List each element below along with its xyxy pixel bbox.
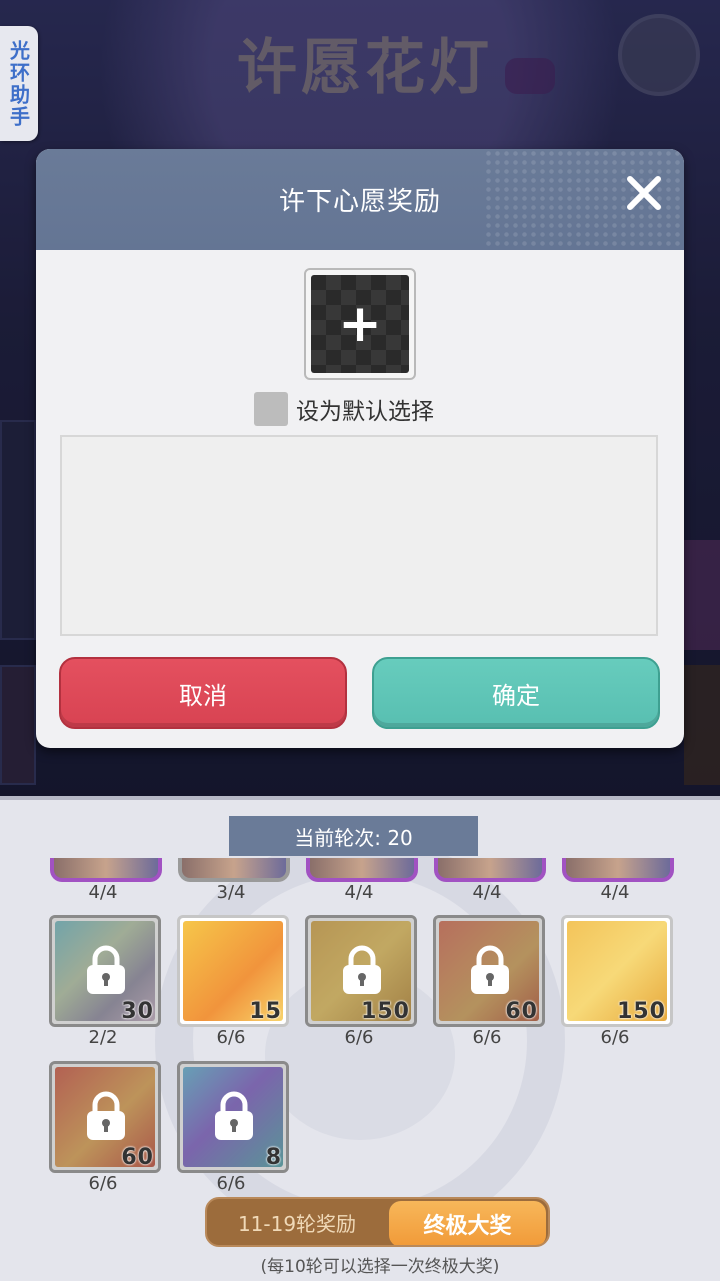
tab-round-rewards[interactable]: 11-19轮奖励	[207, 1199, 387, 1245]
reward-select-slot[interactable]: +	[304, 268, 416, 380]
lock-icon	[215, 1091, 253, 1140]
confirm-button[interactable]: 确定	[372, 657, 660, 729]
reward-description-box	[60, 435, 658, 636]
reward-card-treasure-chest[interactable]: 60	[433, 915, 545, 1027]
reward-quantity: 150	[617, 999, 666, 1024]
reward-card-partial[interactable]	[562, 858, 674, 882]
reward-count: 2/2	[88, 1027, 118, 1048]
reward-count: 6/6	[216, 1027, 246, 1048]
current-round-label: 当前轮次: 20	[229, 816, 478, 856]
reward-card-red-chest[interactable]: 60	[49, 1061, 161, 1173]
close-button[interactable]	[624, 173, 664, 213]
reward-tab-bar: 11-19轮奖励 终极大奖	[205, 1197, 550, 1247]
reward-count: 4/4	[344, 882, 374, 903]
reward-count: 6/6	[600, 1027, 630, 1048]
reward-quantity: 60	[121, 1145, 154, 1170]
reward-count: 4/4	[472, 882, 502, 903]
reward-card-gem[interactable]: 8	[177, 1061, 289, 1173]
reward-count: 6/6	[88, 1173, 118, 1194]
reward-count: 6/6	[344, 1027, 374, 1048]
reward-card-material[interactable]: 30	[49, 915, 161, 1027]
reward-quantity: 30	[121, 999, 154, 1024]
dialog-title: 许下心愿奖励	[278, 187, 441, 217]
tab-ultimate-prize[interactable]: 终极大奖	[389, 1201, 546, 1245]
lock-icon	[87, 945, 125, 994]
plus-icon: +	[311, 275, 409, 373]
reward-count: 3/4	[216, 882, 246, 903]
reward-card-mystery-box[interactable]: 150	[561, 915, 673, 1027]
wish-reward-dialog: 许下心愿奖励 + 设为默认选择 取消 确定	[36, 149, 684, 748]
default-choice-label: 设为默认选择	[296, 399, 434, 425]
lock-icon	[343, 945, 381, 994]
reward-count: 4/4	[600, 882, 630, 903]
reward-quantity: 8	[265, 1145, 282, 1170]
dialog-header: 许下心愿奖励	[36, 149, 684, 250]
ultimate-prize-note: (每10轮可以选择一次终极大奖)	[260, 1257, 500, 1277]
cancel-button[interactable]: 取消	[59, 657, 347, 729]
default-checkbox[interactable]	[254, 392, 288, 426]
reward-quantity: 60	[505, 999, 538, 1024]
reward-card-partial[interactable]	[178, 858, 290, 882]
reward-count: 4/4	[88, 882, 118, 903]
default-choice-row: 设为默认选择	[254, 391, 434, 427]
reward-count: 6/6	[472, 1027, 502, 1048]
reward-card-partial[interactable]	[306, 858, 418, 882]
helper-tab[interactable]: 光环助手	[0, 26, 38, 141]
reward-quantity: 15	[249, 999, 282, 1024]
reward-card-ticket[interactable]: 15	[177, 915, 289, 1027]
reward-card-gold-crate[interactable]: 150	[305, 915, 417, 1027]
reward-panel: 当前轮次: 20 4/4 3/4 4/4 4/4 4/4 30 2/2 15 6…	[0, 796, 720, 1281]
close-icon	[627, 176, 661, 210]
reward-quantity: 150	[361, 999, 410, 1024]
reward-card-partial[interactable]	[50, 858, 162, 882]
reward-card-partial[interactable]	[434, 858, 546, 882]
lock-icon	[471, 945, 509, 994]
lock-icon	[87, 1091, 125, 1140]
reward-count: 6/6	[216, 1173, 246, 1194]
